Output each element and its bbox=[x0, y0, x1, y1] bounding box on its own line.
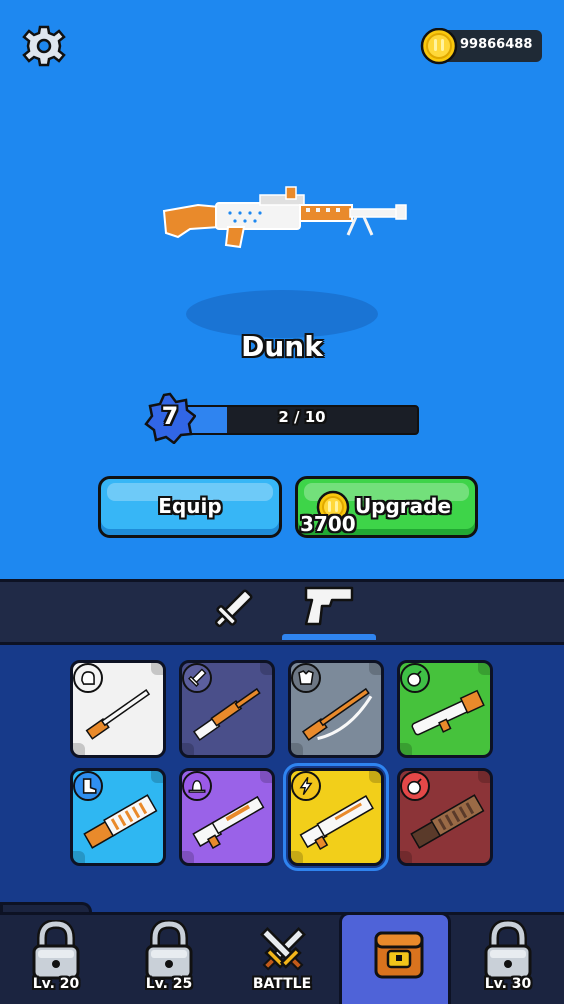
coin-counter: 99866488 bbox=[420, 28, 542, 65]
weapon-card[interactable] bbox=[70, 768, 166, 866]
settings-gear-icon[interactable] bbox=[22, 24, 66, 68]
nav-label: Lv. 25 bbox=[145, 976, 193, 992]
weapon-level-number: 7 bbox=[161, 402, 179, 430]
weapon-card[interactable] bbox=[179, 768, 275, 866]
weapon-name: Dunk bbox=[241, 330, 323, 363]
card-corner bbox=[478, 771, 490, 783]
card-corner bbox=[478, 663, 490, 675]
nav-item-shop[interactable] bbox=[339, 912, 451, 1004]
weapon-card[interactable] bbox=[397, 660, 493, 758]
boot-icon bbox=[73, 771, 103, 801]
weapon-card[interactable] bbox=[70, 660, 166, 758]
coin-icon bbox=[420, 28, 458, 65]
card-corner bbox=[260, 771, 272, 783]
crossed-swords-icon bbox=[260, 927, 306, 971]
tab-guns[interactable] bbox=[282, 580, 376, 640]
nav-label: Lv. 30 bbox=[484, 976, 532, 992]
tab-melee[interactable] bbox=[205, 584, 261, 634]
weapon-card[interactable] bbox=[179, 660, 275, 758]
nav-item-lv-20[interactable]: Lv. 20 bbox=[0, 912, 112, 1004]
weapon-card[interactable] bbox=[288, 660, 384, 758]
bomb-icon bbox=[400, 663, 430, 693]
equip-button-label: Equip bbox=[158, 494, 222, 518]
sword-icon bbox=[214, 589, 253, 628]
level-progress-text: 2 / 10 bbox=[278, 408, 326, 426]
lightning-icon bbox=[291, 771, 321, 801]
nav-label: BATTLE bbox=[252, 976, 312, 992]
card-corner bbox=[369, 771, 381, 783]
lock-icon bbox=[484, 920, 532, 980]
hat-icon bbox=[182, 771, 212, 801]
nav-item-lv-30[interactable]: Lv. 30 bbox=[452, 912, 564, 1004]
card-corner bbox=[151, 663, 163, 675]
nav-label: Lv. 20 bbox=[32, 976, 80, 992]
lock-icon bbox=[32, 920, 80, 980]
equip-button[interactable]: Equip bbox=[98, 476, 282, 538]
nav-item-lv-25[interactable]: Lv. 25 bbox=[113, 912, 225, 1004]
weapon-card[interactable] bbox=[283, 763, 389, 871]
card-corner bbox=[151, 771, 163, 783]
weapon-card[interactable] bbox=[397, 768, 493, 866]
bomb-icon bbox=[400, 771, 430, 801]
card-corner bbox=[260, 663, 272, 675]
lock-icon bbox=[145, 920, 193, 980]
coin-amount: 99866488 bbox=[460, 37, 533, 52]
upgrade-cost: 3700 bbox=[300, 512, 356, 536]
tab-selected-indicator bbox=[282, 634, 376, 640]
nav-item-battle[interactable]: BATTLE bbox=[226, 912, 338, 1004]
pistol-icon bbox=[304, 586, 354, 626]
armor-icon bbox=[291, 663, 321, 693]
treasure-chest-icon bbox=[374, 931, 424, 979]
fist-icon bbox=[73, 663, 103, 693]
card-corner bbox=[369, 663, 381, 675]
sword-icon bbox=[182, 663, 212, 693]
machine-gun-preview-image bbox=[162, 186, 407, 249]
